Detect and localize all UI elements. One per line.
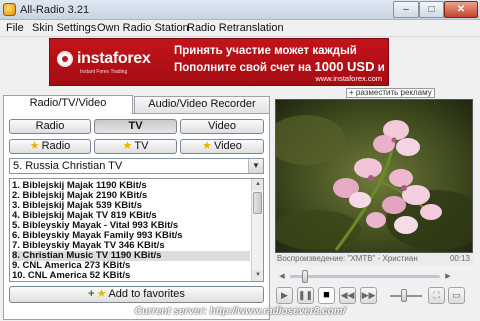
favorite-video-label: Video — [213, 140, 242, 152]
favorite-tv-label: TV — [134, 140, 149, 152]
star-icon: ★ — [96, 288, 107, 300]
close-button[interactable]: ✕ — [444, 1, 478, 18]
add-to-favorites-button[interactable]: + ★ Add to favorites — [9, 286, 264, 303]
menu-radio-retranslation[interactable]: Radio Retranslation — [187, 22, 284, 34]
status-bar: Current server: http://www.radiosever8.c… — [0, 302, 480, 321]
window-title: All-Radio 3.21 — [20, 4, 90, 16]
banner-subline: Пополните свой счет на 1000 USD и Вы в и… — [174, 59, 388, 74]
favorite-tv-button[interactable]: ★ TV — [94, 139, 177, 154]
main-area: instaforex Instant Forex Trading Принять… — [0, 37, 480, 321]
seek-back-icon[interactable]: ◀ — [276, 271, 288, 282]
channel-list[interactable]: 1. Biblejskij Majak 1190 KBit/s 2. Bible… — [9, 178, 264, 282]
volume-knob[interactable] — [401, 289, 408, 302]
banner-subline-pre: Пополните свой счет на — [174, 62, 315, 74]
add-to-favorites-label: Add to favorites — [108, 288, 185, 300]
banner-amount: 1000 USD — [314, 59, 375, 74]
tab-radio-tv-video[interactable]: Radio/TV/Video — [3, 95, 133, 114]
chevron-down-icon[interactable]: ▼ — [248, 159, 263, 173]
seek-bar[interactable]: ◀ ▶ — [276, 269, 472, 283]
tab-audio-video-recorder[interactable]: Audio/Video Recorder — [134, 96, 270, 113]
playback-time: 00:13 — [449, 254, 470, 263]
playback-caption-text: Воспроизведение: "ХМТВ" - Христиан — [277, 254, 418, 263]
maximize-button[interactable]: □ — [419, 1, 444, 18]
favorite-radio-button[interactable]: ★ Radio — [9, 139, 91, 154]
current-server-text: Current server: http://www.radiosever8.c… — [134, 306, 346, 317]
video-display[interactable] — [275, 99, 473, 253]
banner-subline-post: и Вы в игре! — [377, 62, 388, 74]
menu-bar: File Skin Settings Own Radio Station Rad… — [0, 20, 480, 37]
seek-track[interactable] — [290, 275, 440, 278]
channel-item[interactable]: 10. CNL America 52 KBit/s — [12, 271, 250, 281]
scroll-thumb[interactable] — [253, 192, 262, 214]
radio-tv-video-panel: Radio TV Video ★ Radio ★ TV ★ Video 5. Russ… — [3, 113, 270, 320]
favorite-video-button[interactable]: ★ Video — [180, 139, 264, 154]
banner-url: www.instaforex.com — [315, 74, 382, 83]
plus-icon: + — [88, 288, 95, 300]
seek-knob[interactable] — [302, 270, 308, 283]
banner-headline: Принять участие может каждый — [174, 45, 357, 57]
scroll-up-icon[interactable]: ▲ — [252, 179, 263, 190]
banner-logo-sub: Instant Forex Trading — [80, 69, 128, 75]
menu-skin-settings[interactable]: Skin Settings — [32, 22, 96, 34]
minimize-button[interactable]: – — [393, 1, 419, 18]
menu-own-radio-station[interactable]: Own Radio Station — [97, 22, 189, 34]
tab-strip: Radio/TV/Video Audio/Video Recorder — [3, 95, 270, 114]
menu-file[interactable]: File — [6, 22, 24, 34]
tv-button[interactable]: TV — [94, 119, 177, 134]
seek-forward-icon[interactable]: ▶ — [442, 271, 454, 282]
title-bar: All-Radio 3.21 – □ ✕ — [0, 0, 480, 20]
playback-caption: Воспроизведение: "ХМТВ" - Христиан 00:13 — [275, 253, 473, 265]
star-icon: ★ — [29, 140, 40, 152]
favorite-radio-label: Radio — [41, 140, 71, 152]
video-button[interactable]: Video — [180, 119, 264, 134]
app-icon — [3, 3, 16, 16]
radio-button[interactable]: Radio — [9, 119, 91, 134]
place-ad-link[interactable]: + разместить рекламу — [346, 88, 435, 98]
banner-logo: instaforex — [77, 50, 151, 67]
list-scrollbar[interactable]: ▲ ▼ — [251, 179, 263, 281]
scroll-down-icon[interactable]: ▼ — [252, 270, 263, 281]
ad-banner[interactable]: instaforex Instant Forex Trading Принять… — [49, 38, 389, 86]
video-frame-image — [276, 100, 472, 252]
category-value: 5. Russia Christian TV — [13, 160, 123, 172]
star-icon: ★ — [122, 140, 133, 152]
star-icon: ★ — [202, 140, 212, 152]
instaforex-logo-icon — [57, 51, 73, 67]
category-select[interactable]: 5. Russia Christian TV ▼ — [9, 158, 264, 174]
